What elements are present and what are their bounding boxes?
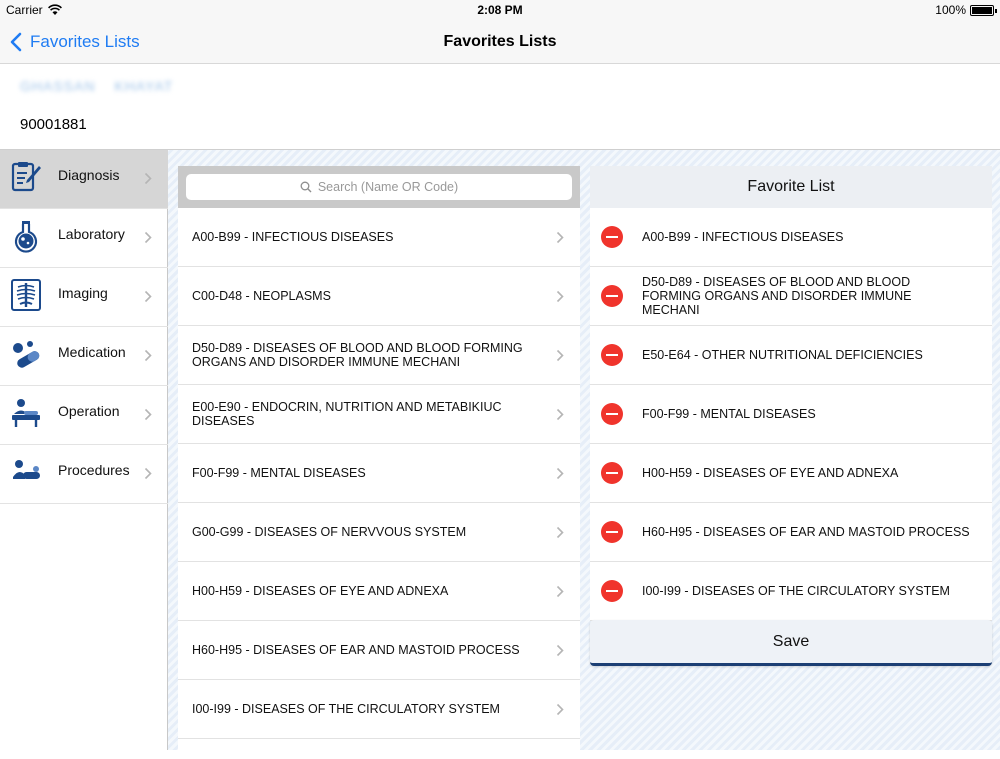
sidebar-item-laboratory[interactable]: Laboratory (0, 209, 168, 268)
battery-percent: 100% (935, 3, 966, 17)
category-row[interactable]: D50-D89 - DISEASES OF BLOOD AND BLOOD FO… (178, 326, 580, 385)
chevron-right-icon (144, 290, 152, 303)
category-label: A00-B99 - INFECTIOUS DISEASES (192, 230, 394, 244)
flask-icon (14, 221, 38, 253)
category-label: C00-D48 - NEOPLASMS (192, 289, 331, 303)
search-icon (300, 181, 312, 193)
xray-skeleton-icon (11, 279, 41, 311)
patient-id: 90001881 (20, 116, 87, 133)
sidebar-item-procedures[interactable]: Procedures (0, 445, 168, 504)
patient-procedure-icon (13, 460, 40, 479)
search-input[interactable]: Search (Name OR Code) (186, 174, 572, 200)
category-panel: Search (Name OR Code) A00-B99 - INFECTIO… (178, 166, 580, 759)
status-bar: Carrier 2:08 PM 100% (0, 0, 1000, 22)
favorite-list-title: Favorite List (590, 166, 992, 208)
chevron-right-icon (556, 526, 564, 539)
sidebar: Diagnosis Laboratory Imaging Medication … (0, 150, 168, 750)
favorite-label: E50-E64 - OTHER NUTRITIONAL DEFICIENCIES (642, 348, 923, 362)
category-label: I00-I99 - DISEASES OF THE CIRCULATORY SY… (192, 702, 500, 716)
category-label: D50-D89 - DISEASES OF BLOOD AND BLOOD FO… (192, 341, 523, 369)
chevron-right-icon (144, 231, 152, 244)
sidebar-item-label: Medication (58, 344, 126, 360)
sidebar-item-medication[interactable]: Medication (0, 327, 168, 386)
patient-header: GHASSAN KHAYAT 90001881 (0, 64, 1000, 150)
favorite-label: D50-D89 - DISEASES OF BLOOD AND BLOOD FO… (642, 275, 912, 317)
remove-icon[interactable] (601, 226, 623, 248)
favorite-panel: Favorite List A00-B99 - INFECTIOUS DISEA… (590, 166, 992, 750)
remove-icon[interactable] (601, 521, 623, 543)
category-label: E00-E90 - ENDOCRIN, NUTRITION AND METABI… (192, 400, 502, 428)
save-button[interactable]: Save (590, 620, 992, 666)
category-label: H60-H95 - DISEASES OF EAR AND MASTOID PR… (192, 643, 520, 657)
surgeon-icon (12, 399, 40, 427)
chevron-right-icon (556, 467, 564, 480)
chevron-right-icon (556, 585, 564, 598)
category-row[interactable]: A00-B99 - INFECTIOUS DISEASES (178, 208, 580, 267)
chevron-right-icon (556, 644, 564, 657)
favorite-row: H60-H95 - DISEASES OF EAR AND MASTOID PR… (590, 503, 992, 562)
category-row[interactable]: G00-G99 - DISEASES OF NERVVOUS SYSTEM (178, 503, 580, 562)
chevron-right-icon (556, 349, 564, 362)
remove-icon[interactable] (601, 462, 623, 484)
sidebar-item-label: Diagnosis (58, 167, 120, 183)
favorite-row: A00-B99 - INFECTIOUS DISEASES (590, 208, 992, 267)
sidebar-item-label: Imaging (58, 285, 108, 301)
main-content: Diagnosis Laboratory Imaging Medication … (0, 150, 1000, 759)
category-row[interactable]: E00-E90 - ENDOCRIN, NUTRITION AND METABI… (178, 385, 580, 444)
favorite-row: D50-D89 - DISEASES OF BLOOD AND BLOOD FO… (590, 267, 992, 326)
sidebar-item-label: Laboratory (58, 226, 125, 242)
sidebar-item-operation[interactable]: Operation (0, 386, 168, 445)
chevron-right-icon (556, 408, 564, 421)
chevron-right-icon (144, 172, 152, 185)
page-title: Favorites Lists (443, 33, 557, 50)
category-row[interactable]: H60-H95 - DISEASES OF EAR AND MASTOID PR… (178, 621, 580, 680)
sidebar-item-label: Operation (58, 403, 120, 419)
favorite-row: H00-H59 - DISEASES OF EYE AND ADNEXA (590, 444, 992, 503)
favorite-row: I00-I99 - DISEASES OF THE CIRCULATORY SY… (590, 562, 992, 621)
favorite-row: F00-F99 - MENTAL DISEASES (590, 385, 992, 444)
pills-icon (13, 341, 40, 368)
category-row-partial[interactable] (178, 739, 580, 759)
category-label: H00-H59 - DISEASES OF EYE AND ADNEXA (192, 584, 449, 598)
favorite-label: H00-H59 - DISEASES OF EYE AND ADNEXA (642, 466, 899, 480)
category-label: G00-G99 - DISEASES OF NERVVOUS SYSTEM (192, 525, 467, 539)
chevron-right-icon (144, 467, 152, 480)
patient-name: GHASSAN KHAYAT (20, 78, 174, 94)
navigation-bar: Favorites Lists Favorites Lists (0, 22, 1000, 64)
favorite-row: E50-E64 - OTHER NUTRITIONAL DEFICIENCIES (590, 326, 992, 385)
search-bar: Search (Name OR Code) (178, 166, 580, 208)
favorite-label: A00-B99 - INFECTIOUS DISEASES (642, 230, 844, 244)
chevron-right-icon (144, 408, 152, 421)
category-row[interactable]: F00-F99 - MENTAL DISEASES (178, 444, 580, 503)
sidebar-item-label: Procedures (58, 462, 130, 478)
clock: 2:08 PM (477, 3, 523, 17)
category-label: F00-F99 - MENTAL DISEASES (192, 466, 366, 480)
chevron-right-icon (556, 703, 564, 716)
search-placeholder: Search (Name OR Code) (317, 180, 459, 194)
remove-icon[interactable] (601, 285, 623, 307)
chevron-right-icon (556, 231, 564, 244)
category-row[interactable]: C00-D48 - NEOPLASMS (178, 267, 580, 326)
remove-icon[interactable] (601, 403, 623, 425)
category-row[interactable]: H00-H59 - DISEASES OF EYE AND ADNEXA (178, 562, 580, 621)
chevron-right-icon (144, 349, 152, 362)
clipboard-pencil-icon (11, 162, 41, 192)
favorite-label: H60-H95 - DISEASES OF EAR AND MASTOID PR… (642, 525, 970, 539)
category-row[interactable]: I00-I99 - DISEASES OF THE CIRCULATORY SY… (178, 680, 580, 739)
favorite-label: F00-F99 - MENTAL DISEASES (642, 407, 816, 421)
sidebar-item-diagnosis[interactable]: Diagnosis (0, 150, 168, 209)
sidebar-item-imaging[interactable]: Imaging (0, 268, 168, 327)
remove-icon[interactable] (601, 580, 623, 602)
chevron-right-icon (556, 290, 564, 303)
battery-icon (970, 5, 997, 16)
remove-icon[interactable] (601, 344, 623, 366)
favorite-label: I00-I99 - DISEASES OF THE CIRCULATORY SY… (642, 584, 950, 598)
